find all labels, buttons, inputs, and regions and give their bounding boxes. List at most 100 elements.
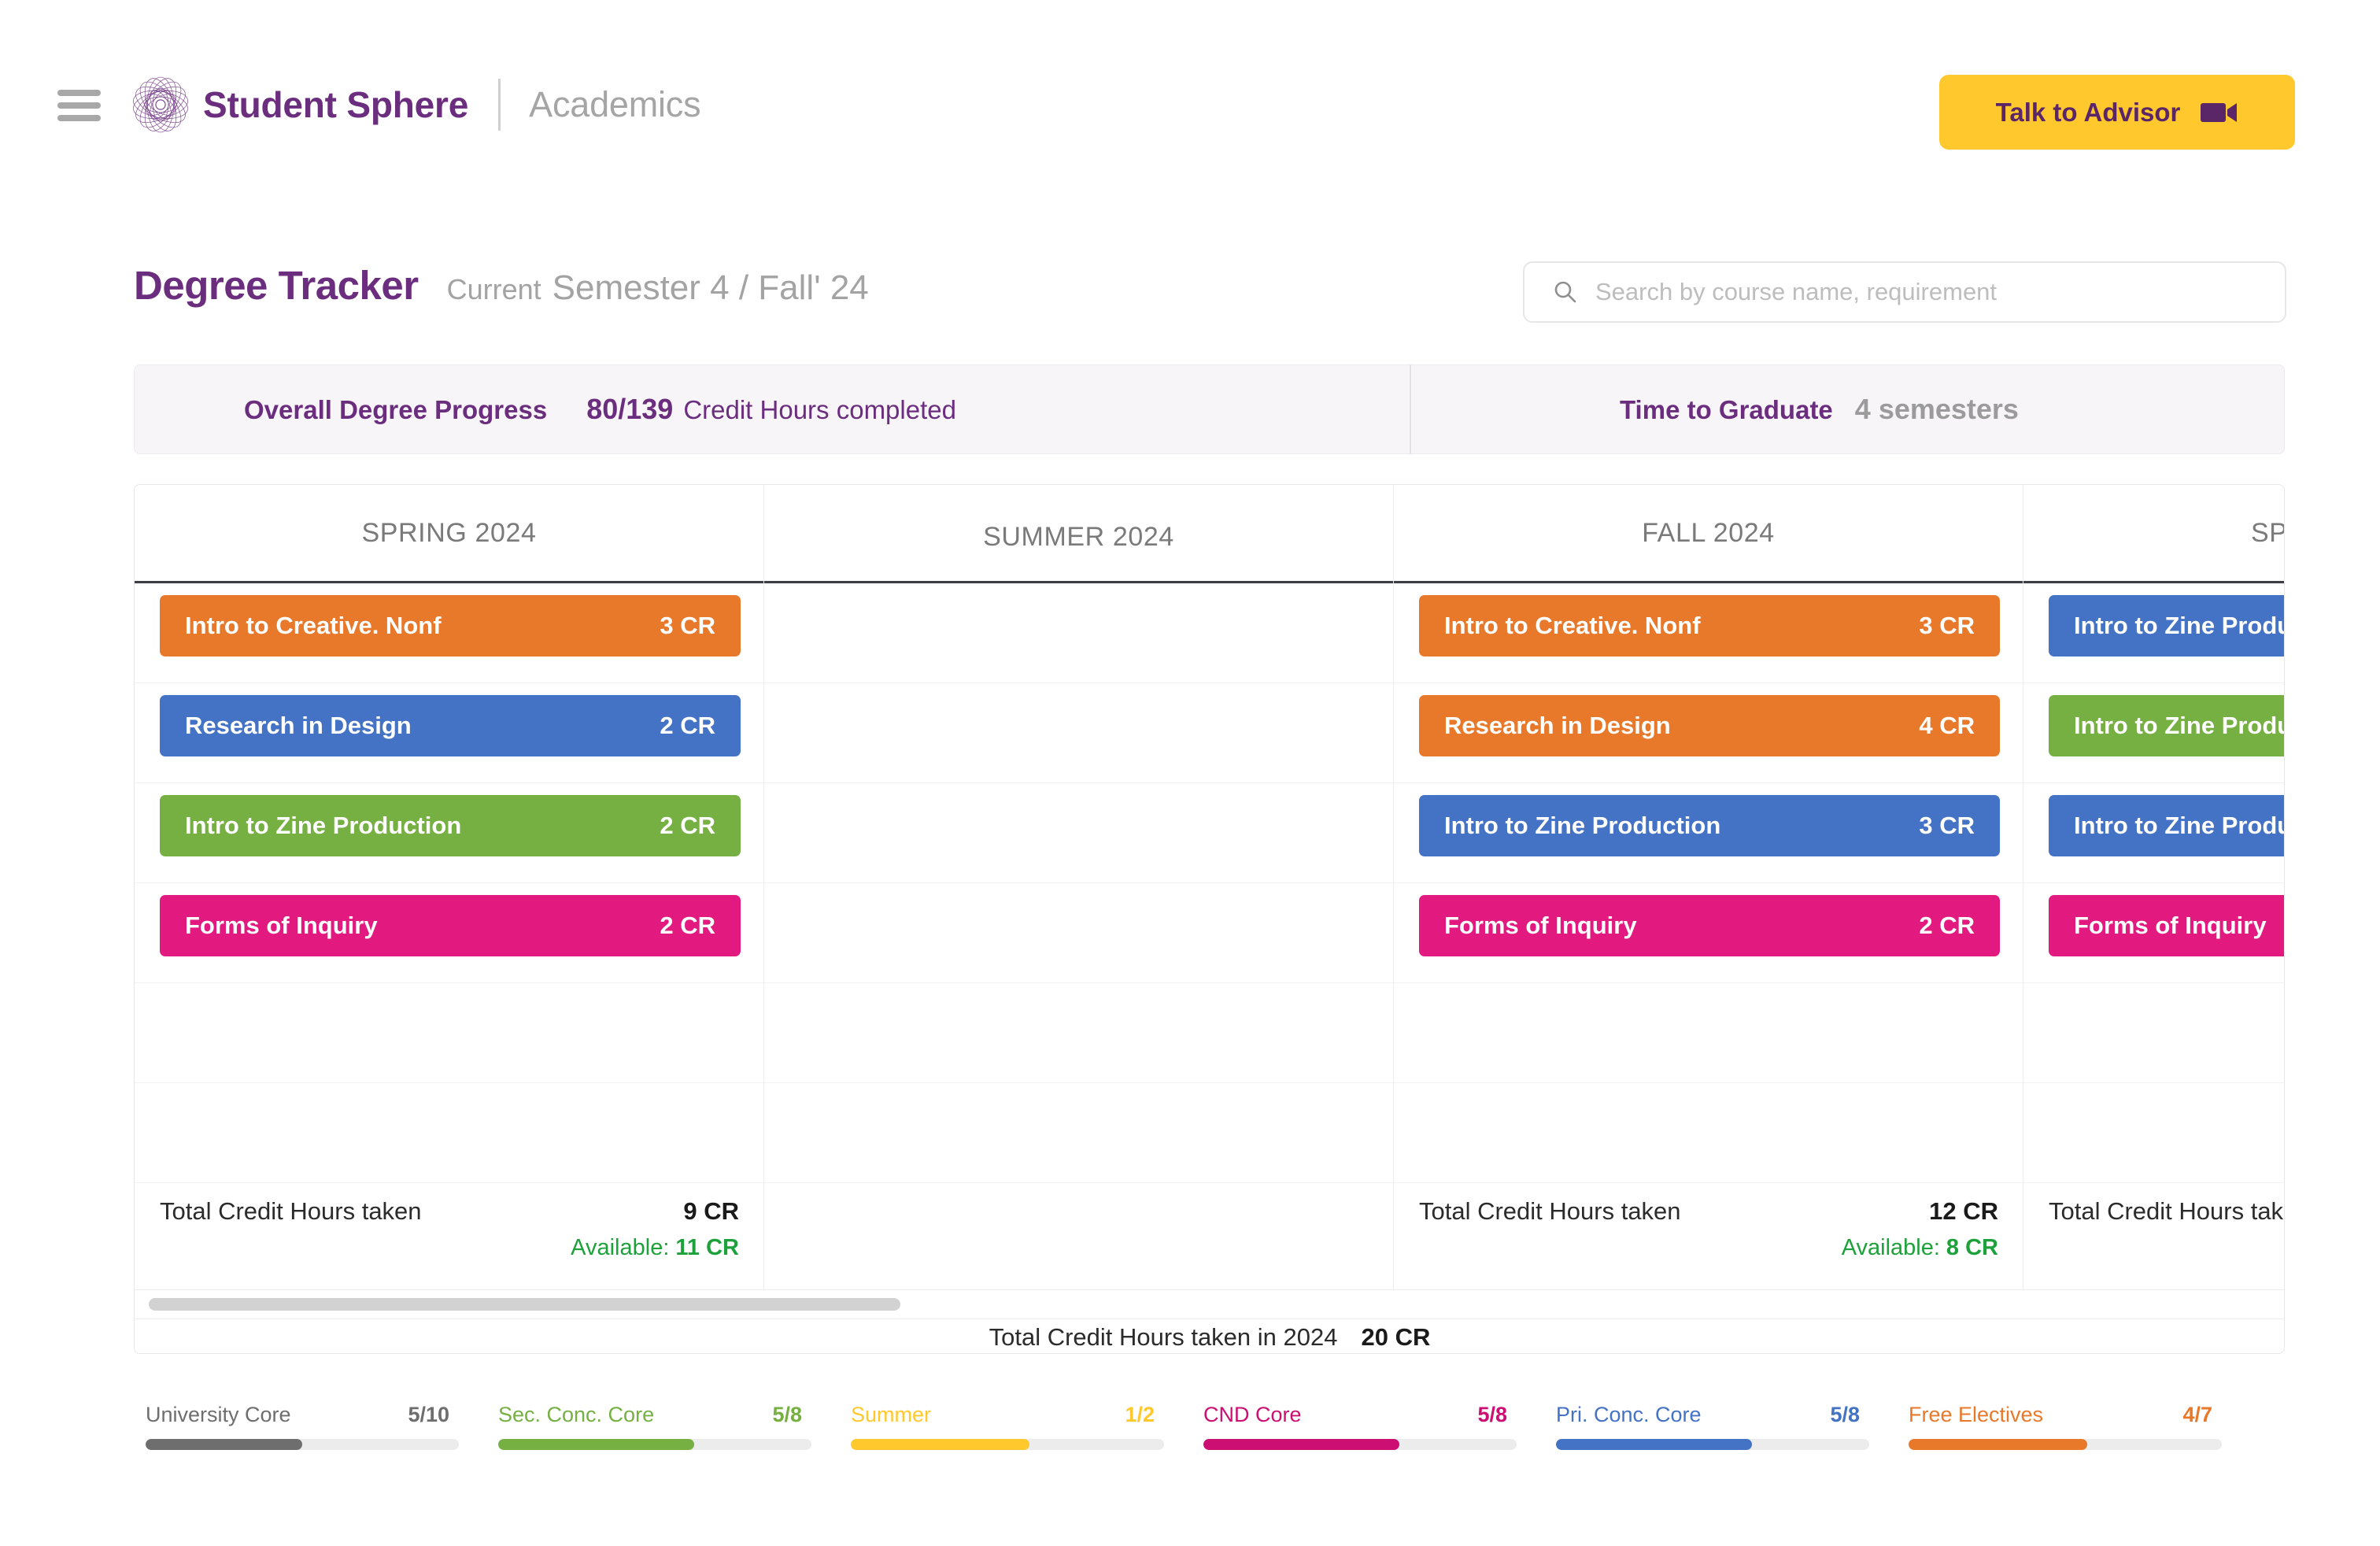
video-camera-icon xyxy=(2201,102,2238,122)
legend-progress-fill xyxy=(498,1439,694,1450)
course-name: Research in Design xyxy=(185,712,412,739)
overall-progress-suffix: Credit Hours completed xyxy=(683,395,956,424)
course-name: Intro to Zine Production xyxy=(2074,812,2284,839)
current-semester-label: Current xyxy=(446,273,541,305)
course-name: Intro to Zine Production xyxy=(1444,812,1721,839)
course-name: Forms of Inquiry xyxy=(1444,912,1637,939)
course-pill[interactable]: Intro to Zine Production xyxy=(2049,695,2284,756)
legend-progress-bar xyxy=(498,1439,811,1450)
time-to-graduate-block: Time to Graduate 4 semesters xyxy=(1411,393,2284,426)
legend-item-count: 5/8 xyxy=(1830,1403,1860,1426)
legend-item-count: 5/8 xyxy=(772,1403,802,1426)
column-total-value: 9 CR xyxy=(683,1197,739,1225)
brand-block[interactable]: Student Sphere Academics xyxy=(131,74,701,135)
column-available-label: Available: xyxy=(1841,1235,1940,1260)
course-pill[interactable]: Intro to Zine Production 3 CR xyxy=(1419,795,2000,856)
course-pill[interactable]: Intro to Zine Production xyxy=(2049,595,2284,656)
legend-progress-fill xyxy=(1203,1439,1399,1450)
legend-progress-fill xyxy=(851,1439,1029,1450)
grand-total-value: 20 CR xyxy=(1361,1322,1431,1351)
hamburger-bar xyxy=(57,102,101,109)
page-title-row: Degree Tracker Current Semester 4 / Fall… xyxy=(134,262,869,309)
column-total-value: 12 CR xyxy=(1929,1197,1998,1225)
course-pill[interactable]: Intro to Creative. Nonf 3 CR xyxy=(1419,595,2000,656)
column-available-value: 8 CR xyxy=(1946,1235,1998,1260)
course-credits: 2 CR xyxy=(660,912,715,939)
brand-name: Student Sphere xyxy=(203,84,469,125)
legend-progress-bar xyxy=(851,1439,1164,1450)
course-name: Intro to Creative. Nonf xyxy=(185,612,442,639)
legend-item-count: 1/2 xyxy=(1125,1403,1155,1426)
legend-item[interactable]: CND Core 5/8 xyxy=(1203,1403,1556,1450)
legend-item[interactable]: Free Electives 4/7 xyxy=(1909,1403,2261,1450)
talk-to-advisor-label: Talk to Advisor xyxy=(1995,97,2181,127)
legend-progress-bar xyxy=(1556,1439,1869,1450)
grand-total-row: Total Credit Hours taken in 2024 20 CR xyxy=(135,1320,2284,1353)
legend-item-count: 5/10 xyxy=(408,1403,449,1426)
course-credits: 3 CR xyxy=(1919,612,1975,639)
semester-column-title: SUMMER 2024 xyxy=(983,521,1174,552)
talk-to-advisor-button[interactable]: Talk to Advisor xyxy=(1939,75,2295,150)
course-pill[interactable]: Intro to Zine Production 2 CR xyxy=(160,795,741,856)
legend-progress-bar xyxy=(1203,1439,1517,1450)
course-pill[interactable]: Forms of Inquiry 2 CR xyxy=(160,895,741,956)
scrollbar-thumb[interactable] xyxy=(149,1298,900,1311)
overall-progress-block: Overall Degree Progress 80/139 Credit Ho… xyxy=(135,393,1410,426)
search-input[interactable]: Search by course name, requirement xyxy=(1523,261,2286,323)
course-pill[interactable]: Intro to Creative. Nonf 3 CR xyxy=(160,595,741,656)
semester-grid-viewport: SPRING 2024 Intro to Creative. Nonf 3 CR Re… xyxy=(135,485,2285,1289)
page-title: Degree Tracker xyxy=(134,263,419,308)
column-available-label: Available: xyxy=(571,1235,670,1260)
legend-item-label: Free Electives xyxy=(1909,1403,2044,1426)
course-credits: 3 CR xyxy=(1919,812,1975,839)
legend-item[interactable]: Pri. Conc. Core 5/8 xyxy=(1556,1403,1909,1450)
brand-divider xyxy=(498,79,501,131)
time-to-graduate-value: 4 semesters xyxy=(1854,393,2019,425)
hamburger-menu-icon[interactable] xyxy=(57,90,101,121)
course-name: Intro to Zine Production xyxy=(2074,612,2284,639)
course-name: Intro to Zine Production xyxy=(2074,712,2284,739)
course-pill[interactable]: Intro to Zine Production xyxy=(2049,795,2284,856)
legend-item-count: 4/7 xyxy=(2182,1403,2212,1426)
column-totals: Total Credit Hours taken 9 CR Available: 11… xyxy=(135,1197,764,1261)
legend-progress-fill xyxy=(1909,1439,2087,1450)
course-credits: 4 CR xyxy=(1919,712,1975,739)
semester-column-title: SPRING 2025 xyxy=(2250,517,2284,548)
semester-column: SPRING 2025 Intro to Zine Production Intro… xyxy=(2023,485,2285,1289)
horizontal-scrollbar[interactable] xyxy=(135,1289,2284,1319)
requirement-legend: University Core 5/10 Sec. Conc. Core 5/8 Sum… xyxy=(146,1403,2271,1450)
overall-progress-value: 80/139 xyxy=(586,393,674,425)
course-credits: 2 CR xyxy=(660,712,715,739)
course-name: Intro to Zine Production xyxy=(185,812,462,839)
course-pill[interactable]: Research in Design 2 CR xyxy=(160,695,741,756)
legend-item-label: Pri. Conc. Core xyxy=(1556,1403,1702,1426)
course-pill[interactable]: Research in Design 4 CR xyxy=(1419,695,2000,756)
column-available-value: 11 CR xyxy=(675,1235,739,1260)
degree-tracker-panel: SPRING 2024 Intro to Creative. Nonf 3 CR Re… xyxy=(134,484,2285,1354)
legend-progress-fill xyxy=(1556,1439,1752,1450)
semester-column: SPRING 2024 Intro to Creative. Nonf 3 CR Re… xyxy=(135,485,764,1289)
semester-column-title: FALL 2024 xyxy=(1642,517,1775,548)
course-pill[interactable]: Forms of Inquiry xyxy=(2049,895,2284,956)
course-name: Intro to Creative. Nonf xyxy=(1444,612,1701,639)
legend-item[interactable]: Summer 1/2 xyxy=(851,1403,1203,1450)
hamburger-bar xyxy=(57,90,101,96)
degree-summary-strip: Overall Degree Progress 80/139 Credit Ho… xyxy=(134,364,2285,454)
column-total-label: Total Credit Hours taken xyxy=(1419,1197,1681,1225)
scrollbar-track[interactable] xyxy=(149,1298,2271,1311)
semester-column-header: SPRING 2025 xyxy=(2023,485,2284,581)
legend-item[interactable]: Sec. Conc. Core 5/8 xyxy=(498,1403,851,1450)
legend-progress-bar xyxy=(146,1439,459,1450)
app-header: Student Sphere Academics Talk to Advisor xyxy=(0,0,2380,154)
course-pill[interactable]: Forms of Inquiry 2 CR xyxy=(1419,895,2000,956)
hamburger-bar xyxy=(57,115,101,121)
column-total-label: Total Credit Hours taken xyxy=(160,1197,422,1225)
course-credits: 2 CR xyxy=(660,812,715,839)
legend-item[interactable]: University Core 5/10 xyxy=(146,1403,498,1450)
semester-column-header: SUMMER 2024 xyxy=(764,485,1393,581)
course-credits: 3 CR xyxy=(660,612,715,639)
column-total-label: Total Credit Hours taken xyxy=(2049,1197,2285,1225)
semester-grid: SPRING 2024 Intro to Creative. Nonf 3 CR Re… xyxy=(135,485,2285,1289)
legend-progress-fill xyxy=(146,1439,302,1450)
overall-progress-label: Overall Degree Progress xyxy=(244,395,548,424)
